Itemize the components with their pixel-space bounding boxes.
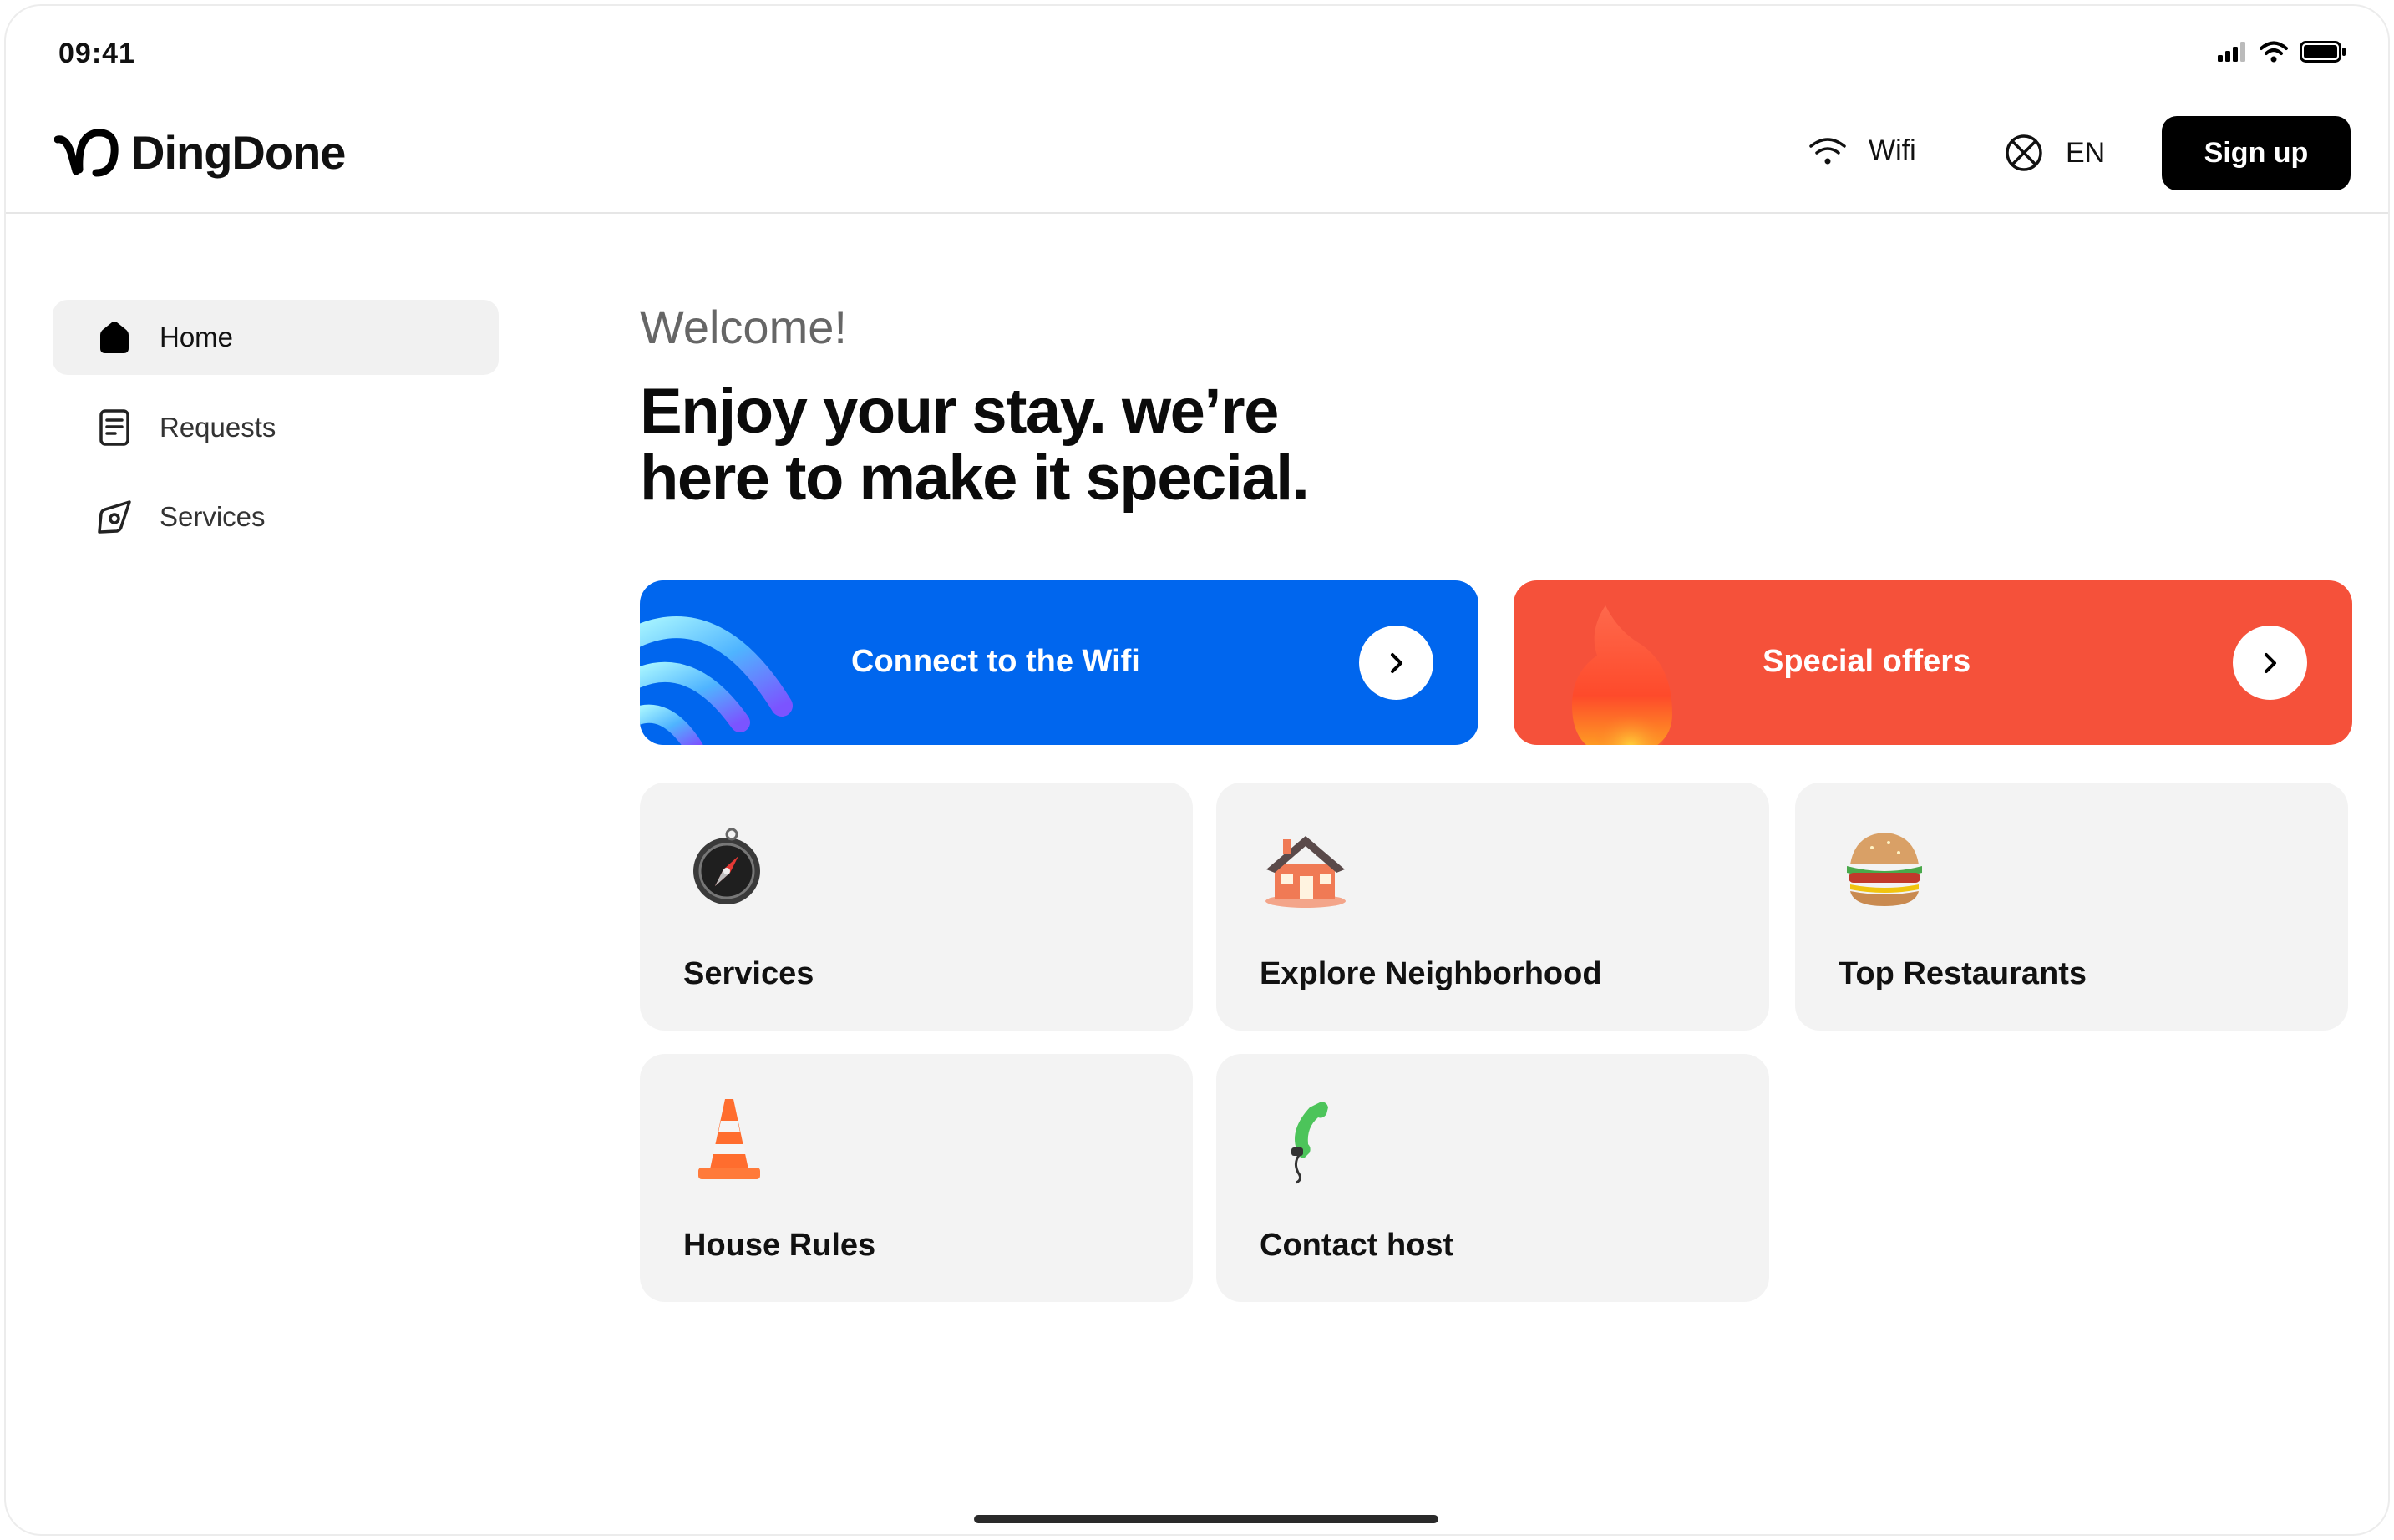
burger-3d-icon: [1847, 833, 1922, 906]
status-icons: [2218, 41, 2346, 63]
tile-label: Contact host: [1260, 1228, 1454, 1263]
sidebar-item-services[interactable]: Services: [53, 479, 499, 555]
cellular-signal-icon: [2218, 42, 2245, 62]
top-header: DingDone Wifi EN Sign up: [6, 114, 2388, 214]
sign-up-button[interactable]: Sign up: [2162, 116, 2351, 190]
tile-services[interactable]: Services: [640, 783, 1193, 1031]
dingdone-logo-icon: [54, 129, 119, 177]
connect-wifi-banner[interactable]: Connect to the Wifi: [640, 580, 1478, 745]
flame-3d-icon: [1572, 605, 1672, 745]
tablet-screen: 09:41 DingDone Wifi EN Sign up Home Requ…: [4, 4, 2390, 1536]
tile-label: Top Restaurants: [1839, 956, 2087, 991]
page-headline: Enjoy your stay. we’re here to make it s…: [640, 378, 1392, 512]
compass-icon: [96, 499, 133, 535]
wifi-status-icon: [2260, 41, 2288, 63]
tile-label: Services: [683, 956, 814, 991]
traffic-cone-3d-icon: [698, 1099, 760, 1179]
banner-offers-label: Special offers: [1763, 644, 1971, 679]
sidebar-item-requests[interactable]: Requests: [53, 390, 499, 465]
tile-house-rules[interactable]: House Rules: [640, 1054, 1193, 1302]
brand-logo[interactable]: DingDone: [54, 124, 346, 180]
home-icon: [96, 319, 133, 356]
tile-label: Explore Neighborhood: [1260, 956, 1602, 991]
welcome-text: Welcome!: [640, 301, 847, 353]
home-indicator[interactable]: [974, 1515, 1438, 1523]
battery-icon: [2300, 41, 2346, 63]
sidebar-item-home[interactable]: Home: [53, 300, 499, 375]
house-3d-icon: [1265, 836, 1346, 908]
banner-wifi-label: Connect to the Wifi: [851, 644, 1140, 679]
special-offers-banner[interactable]: Special offers: [1514, 580, 2352, 745]
headline-line-1: Enjoy your stay. we’re: [640, 376, 1279, 447]
headline-line-2: here to make it special.: [640, 443, 1310, 514]
status-time: 09:41: [58, 38, 135, 69]
phone-3d-icon: [1291, 1102, 1328, 1184]
wifi-icon: [1809, 137, 1846, 164]
wifi-label: Wifi: [1869, 134, 1916, 166]
compass-3d-icon: [693, 828, 760, 904]
language-globe-icon: [2006, 134, 2042, 171]
sidebar-item-label: Requests: [160, 412, 276, 443]
chevron-right-icon[interactable]: [2233, 626, 2307, 700]
brand-name: DingDone: [131, 125, 346, 179]
document-icon: [96, 409, 133, 446]
wifi-3d-icon: [640, 616, 793, 745]
sidebar-item-label: Services: [160, 501, 266, 532]
tile-contact-host[interactable]: Contact host: [1216, 1054, 1769, 1302]
tile-explore-neighborhood[interactable]: Explore Neighborhood: [1216, 783, 1769, 1031]
sidebar-item-label: Home: [160, 322, 234, 352]
tile-top-restaurants[interactable]: Top Restaurants: [1795, 783, 2348, 1031]
language-selector[interactable]: EN: [2004, 133, 2105, 173]
tile-label: House Rules: [683, 1228, 876, 1263]
chevron-right-icon[interactable]: [1359, 626, 1433, 700]
language-label: EN: [2066, 136, 2106, 169]
header-wifi-link[interactable]: Wifi: [1808, 134, 1916, 167]
